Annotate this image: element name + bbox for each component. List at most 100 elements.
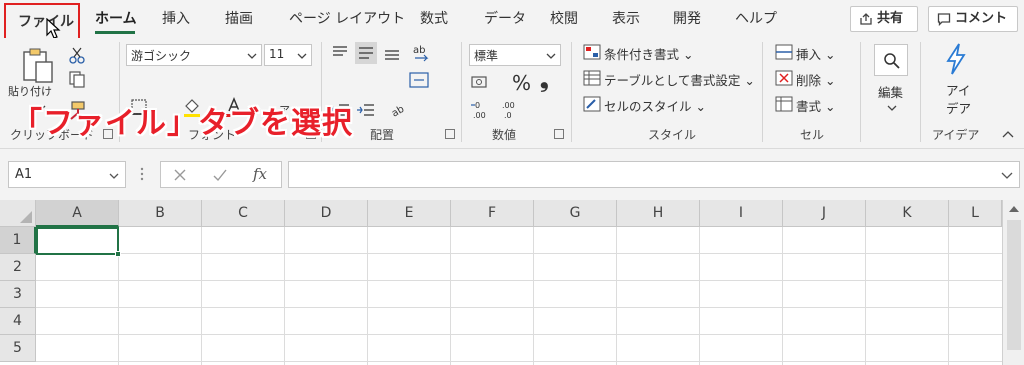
tab-insert[interactable]: 挿入	[162, 6, 190, 32]
grid-line-horizontal	[36, 253, 1002, 254]
conditional-formatting-button[interactable]: 条件付き書式 ⌄	[604, 44, 693, 63]
comment-icon	[937, 12, 951, 26]
chevron-down-icon[interactable]	[887, 104, 897, 112]
wrap-text-icon[interactable]: ab	[411, 42, 433, 64]
increase-indent-icon[interactable]	[356, 102, 376, 118]
row-header-4[interactable]: 4	[0, 308, 36, 335]
column-header-e[interactable]: E	[368, 200, 451, 227]
font-family-select[interactable]: 游ゴシック	[126, 44, 262, 66]
tab-file[interactable]: ファイル	[4, 3, 80, 43]
currency-icon[interactable]	[470, 74, 492, 92]
select-all-icon	[20, 211, 32, 223]
excel-window: ファイル ホーム 挿入 描画 ページ レイアウト 数式 データ 校閲 表示 開発…	[0, 0, 1024, 365]
column-header-b[interactable]: B	[119, 200, 202, 227]
format-as-table-button[interactable]: テーブルとして書式設定 ⌄	[604, 70, 755, 89]
scroll-thumb[interactable]	[1007, 220, 1021, 350]
align-top-icon[interactable]	[331, 44, 349, 62]
ribbon-home: 貼り付け クリップボード 游ゴシック 11 ア フォント ab ab 配置 標準	[0, 38, 1024, 148]
delete-cells-button[interactable]: 削除 ⌄	[796, 70, 835, 89]
scroll-up-icon[interactable]	[1008, 204, 1020, 214]
column-header-c[interactable]: C	[202, 200, 285, 227]
delete-cells-icon[interactable]	[775, 70, 793, 86]
column-header-g[interactable]: G	[534, 200, 617, 227]
ideas-icon[interactable]	[943, 42, 969, 76]
number-group-label: 数値	[492, 128, 517, 142]
fill-handle[interactable]	[115, 251, 121, 257]
row-header-5[interactable]: 5	[0, 335, 36, 362]
comma-style-button[interactable]: ❟	[540, 68, 549, 93]
comment-button[interactable]: コメント	[928, 6, 1018, 32]
column-header-l[interactable]: L	[949, 200, 1002, 227]
svg-text:ab: ab	[390, 104, 406, 120]
insert-function-button[interactable]: fx	[253, 165, 267, 183]
group-separator	[461, 42, 462, 142]
format-as-table-icon[interactable]	[583, 70, 601, 86]
column-header-a[interactable]: A	[36, 200, 119, 227]
tab-help[interactable]: ヘルプ	[735, 6, 777, 32]
font-size-select[interactable]: 11	[264, 44, 312, 66]
row-header-2[interactable]: 2	[0, 254, 36, 281]
name-box[interactable]: A1	[8, 161, 126, 188]
tab-view[interactable]: 表示	[612, 6, 640, 32]
column-header-k[interactable]: K	[866, 200, 949, 227]
percent-style-button[interactable]: %	[512, 71, 531, 95]
number-format-value: 標準	[474, 49, 499, 63]
worksheet-grid[interactable]: ABCDEFGHIJKL 12345	[0, 200, 1024, 365]
column-header-i[interactable]: I	[700, 200, 783, 227]
tab-draw[interactable]: 描画	[225, 6, 253, 32]
column-header-h[interactable]: H	[617, 200, 700, 227]
alignment-launcher-icon[interactable]	[445, 129, 455, 139]
tab-review[interactable]: 校閲	[550, 6, 578, 32]
insert-cells-button[interactable]: 挿入 ⌄	[796, 44, 835, 63]
format-cells-button[interactable]: 書式 ⌄	[796, 96, 835, 115]
mouse-cursor-icon	[46, 18, 61, 39]
group-separator	[762, 42, 763, 142]
format-cells-icon[interactable]	[775, 96, 793, 112]
align-middle-icon[interactable]	[355, 42, 377, 64]
vertical-scrollbar[interactable]	[1002, 200, 1024, 365]
column-header-j[interactable]: J	[783, 200, 866, 227]
select-all-corner[interactable]	[0, 200, 36, 227]
row-header-1[interactable]: 1	[0, 227, 36, 254]
tab-home[interactable]: ホーム	[95, 6, 137, 32]
formula-input[interactable]	[288, 161, 1020, 188]
cancel-icon[interactable]	[173, 168, 187, 182]
chevron-down-icon	[546, 53, 556, 59]
chevron-down-icon	[247, 53, 257, 59]
copy-icon[interactable]	[68, 70, 86, 88]
cell-styles-icon[interactable]	[583, 96, 601, 112]
cut-icon[interactable]	[68, 46, 86, 64]
enter-check-icon[interactable]	[213, 168, 227, 182]
align-bottom-icon[interactable]	[383, 44, 401, 62]
share-button[interactable]: 共有	[850, 6, 918, 32]
orientation-icon[interactable]: ab	[388, 100, 410, 120]
row-header-3[interactable]: 3	[0, 281, 36, 308]
paste-icon[interactable]	[18, 46, 58, 86]
grid-line-vertical	[782, 227, 783, 365]
decrease-decimal-icon[interactable]: .00.0	[497, 100, 519, 120]
grid-line-horizontal	[36, 334, 1002, 335]
column-header-f[interactable]: F	[451, 200, 534, 227]
format-as-table-label: テーブルとして書式設定	[604, 73, 741, 88]
selected-cell-a1[interactable]	[36, 227, 121, 257]
collapse-ribbon-icon[interactable]	[1002, 130, 1014, 138]
column-header-d[interactable]: D	[285, 200, 368, 227]
svg-text:.00: .00	[502, 101, 515, 110]
group-separator	[571, 42, 572, 142]
cell-styles-button[interactable]: セルのスタイル ⌄	[604, 96, 706, 115]
number-format-select[interactable]: 標準	[469, 44, 561, 66]
tab-developer[interactable]: 開発	[673, 6, 701, 32]
increase-decimal-icon[interactable]: 0.00	[470, 100, 492, 120]
merge-center-icon[interactable]	[408, 71, 430, 89]
tab-page-layout[interactable]: ページ レイアウト	[289, 6, 405, 32]
expand-formula-icon[interactable]	[1001, 171, 1013, 179]
find-select-button[interactable]	[874, 44, 908, 76]
insert-cells-icon[interactable]	[775, 44, 793, 60]
conditional-formatting-icon[interactable]	[583, 44, 601, 60]
grid-line-vertical	[865, 227, 866, 365]
tab-data[interactable]: データ	[484, 6, 526, 32]
tab-formulas[interactable]: 数式	[420, 6, 448, 32]
drag-handle-icon[interactable]	[140, 167, 144, 181]
name-box-value: A1	[15, 167, 33, 182]
number-launcher-icon[interactable]	[554, 129, 564, 139]
